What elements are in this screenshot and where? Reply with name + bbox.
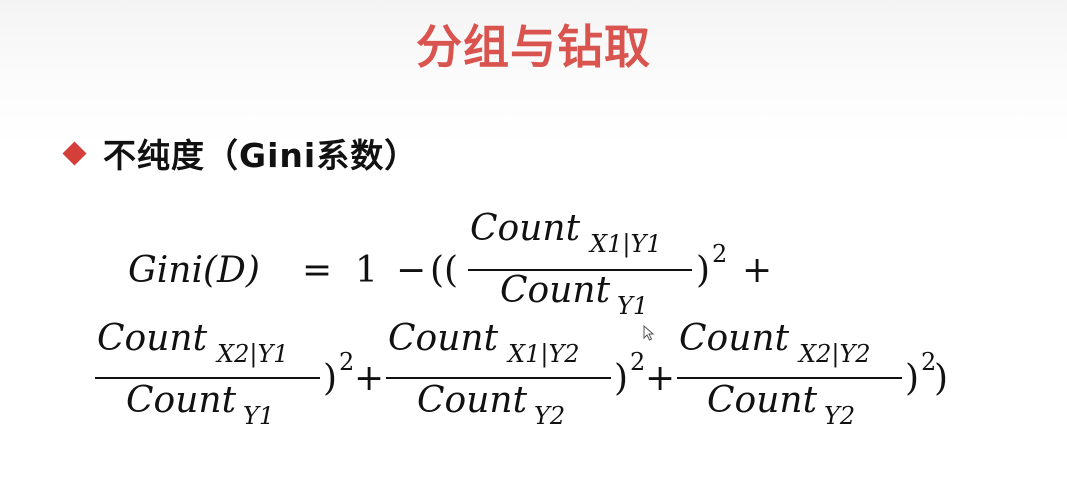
number-one: 1 bbox=[355, 250, 378, 291]
gini-formula: Gini(D) = 1 − (( Count X1|Y1 Count Y1 ) … bbox=[95, 208, 948, 430]
term2-square: 2 bbox=[339, 348, 354, 376]
term1-close-paren: ) bbox=[696, 250, 710, 291]
term3-denominator-count: Count bbox=[417, 380, 528, 421]
term4-numerator-count: Count bbox=[679, 318, 790, 359]
term3-square: 2 bbox=[630, 348, 645, 376]
equals-sign: = bbox=[302, 250, 332, 291]
term1-numerator-count: Count bbox=[470, 208, 581, 249]
plus-sign-3: + bbox=[645, 358, 675, 399]
gini-lhs: Gini(D) bbox=[128, 250, 260, 291]
final-close-paren: ) bbox=[934, 358, 948, 399]
term4-denominator-count: Count bbox=[707, 380, 818, 421]
term3-numerator-subscript: X1|Y2 bbox=[506, 340, 580, 369]
mouse-pointer-icon bbox=[643, 325, 655, 341]
term3-numerator-count: Count bbox=[388, 318, 499, 359]
term2-numerator-count: Count bbox=[97, 318, 208, 359]
minus-sign: − bbox=[396, 250, 426, 291]
term2-denominator-subscript: Y1 bbox=[243, 402, 274, 430]
slide: 分组与钻取 不纯度（Gini系数） Gini(D) = 1 − (( Count… bbox=[0, 0, 1067, 485]
term1-denominator-subscript: Y1 bbox=[617, 292, 648, 320]
term2-close-paren: ) bbox=[323, 358, 337, 399]
term1-square: 2 bbox=[712, 240, 727, 268]
term3-close-paren: ) bbox=[614, 358, 628, 399]
plus-sign-2: + bbox=[354, 358, 384, 399]
open-parens: (( bbox=[430, 250, 458, 291]
plus-sign-1: + bbox=[742, 250, 772, 291]
term4-denominator-subscript: Y2 bbox=[824, 402, 855, 430]
term2-denominator-count: Count bbox=[126, 380, 237, 421]
term2-numerator-subscript: X2|Y1 bbox=[215, 340, 289, 369]
term1-denominator-count: Count bbox=[500, 270, 611, 311]
term3-denominator-subscript: Y2 bbox=[534, 402, 565, 430]
term1-numerator-subscript: X1|Y1 bbox=[588, 230, 662, 259]
term4-numerator-subscript: X2|Y2 bbox=[797, 340, 871, 369]
term4-close-paren: ) bbox=[905, 358, 919, 399]
